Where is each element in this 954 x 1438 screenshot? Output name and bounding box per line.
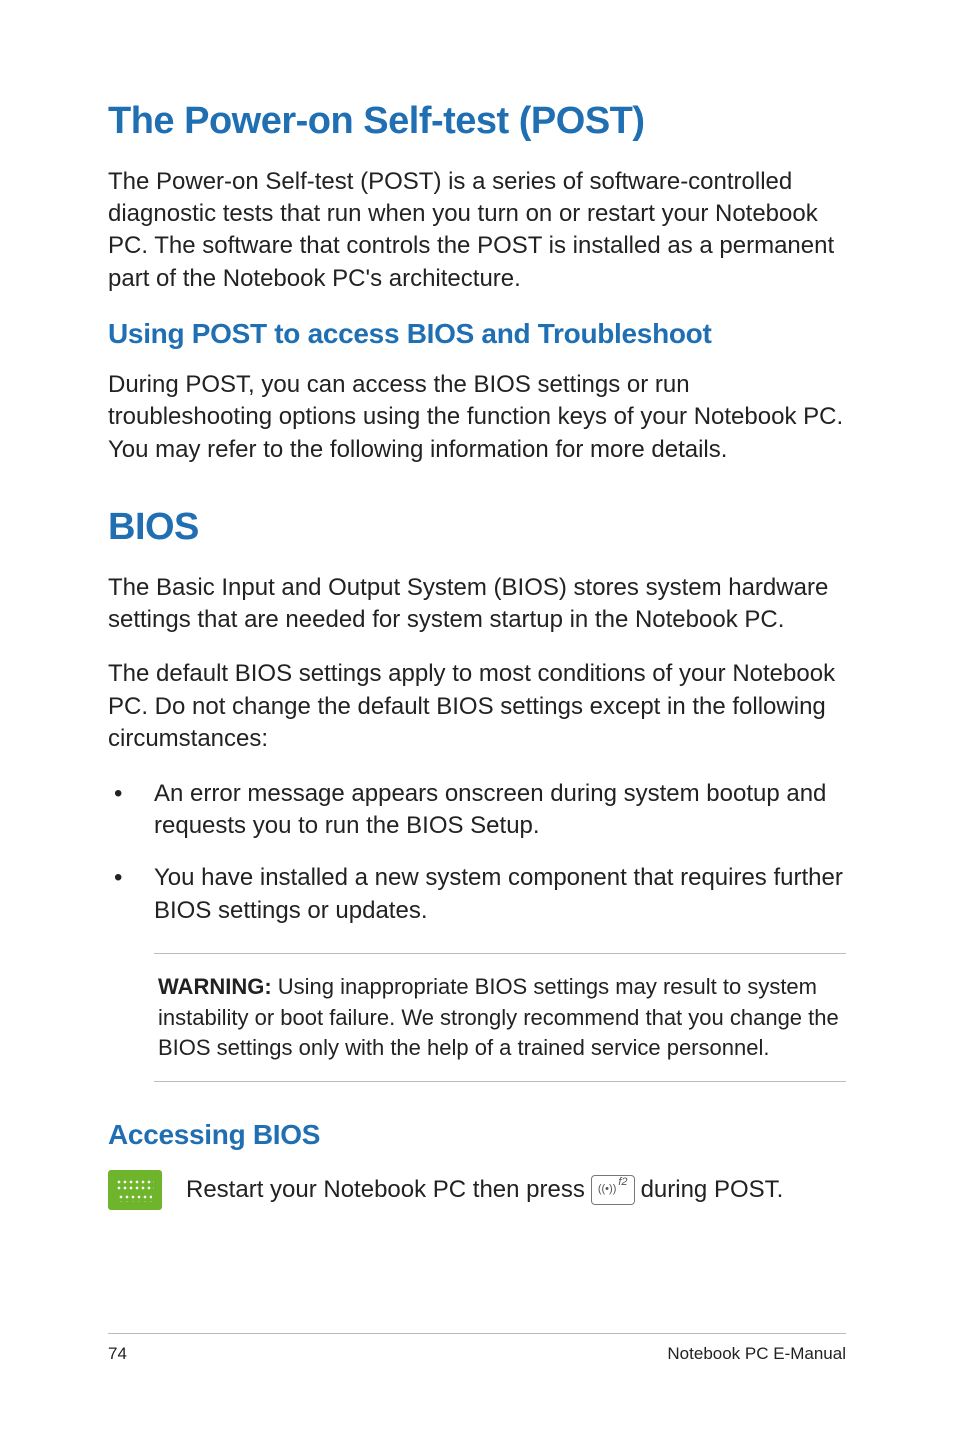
accessing-bios-row: Restart your Notebook PC then press ((•)… xyxy=(108,1170,846,1210)
wifi-glyph: ((•)) xyxy=(598,1184,617,1195)
keyboard-icon xyxy=(108,1170,162,1210)
heading-post: The Power-on Self-test (POST) xyxy=(108,100,846,144)
paragraph-post-intro: The Power-on Self-test (POST) is a serie… xyxy=(108,166,846,296)
list-item: An error message appears onscreen during… xyxy=(108,778,846,843)
accessing-bios-text: Restart your Notebook PC then press ((•)… xyxy=(186,1174,783,1206)
page-number: 74 xyxy=(108,1344,127,1364)
access-text-pre: Restart your Notebook PC then press xyxy=(186,1174,585,1206)
heading-bios: BIOS xyxy=(108,506,846,550)
page-footer: 74 Notebook PC E-Manual xyxy=(108,1333,846,1364)
warning-box: WARNING: Using inappropriate BIOS settin… xyxy=(154,953,846,1082)
subheading-post-access: Using POST to access BIOS and Troublesho… xyxy=(108,317,846,351)
warning-text: WARNING: Using inappropriate BIOS settin… xyxy=(158,972,842,1063)
paragraph-bios-2: The default BIOS settings apply to most … xyxy=(108,658,846,755)
bios-circumstances-list: An error message appears onscreen during… xyxy=(108,778,846,928)
paragraph-bios-1: The Basic Input and Output System (BIOS)… xyxy=(108,572,846,637)
subheading-accessing-bios: Accessing BIOS xyxy=(108,1118,846,1152)
f2-keycap-icon: ((•)) f2 xyxy=(591,1175,635,1205)
paragraph-post-access-body: During POST, you can access the BIOS set… xyxy=(108,369,846,466)
access-text-post: during POST. xyxy=(641,1174,784,1206)
list-item: You have installed a new system componen… xyxy=(108,862,846,927)
keycap-label: f2 xyxy=(618,1177,627,1188)
warning-label: WARNING: xyxy=(158,974,272,999)
doc-title: Notebook PC E-Manual xyxy=(667,1344,846,1364)
